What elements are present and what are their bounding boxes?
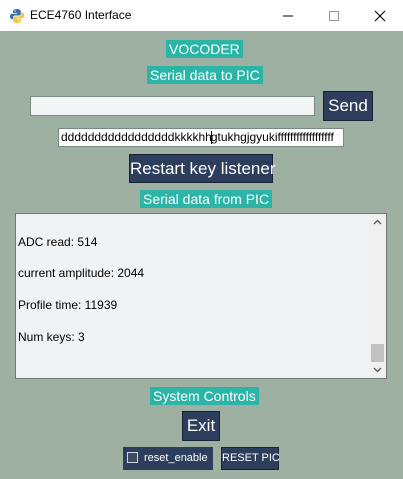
close-icon (374, 10, 386, 22)
python-icon (9, 8, 25, 24)
key-input-text-after: gtukhgjgyukiffffffffffffffffff (210, 130, 334, 144)
vocoder-label: VOCODER (166, 40, 243, 58)
window-title: ECE4760 Interface (30, 8, 132, 22)
serial-from-pic-label: Serial data from PIC (140, 190, 273, 208)
checkbox-box (127, 452, 138, 463)
maximize-button[interactable] (311, 0, 357, 31)
chevron-down-icon (373, 367, 382, 373)
minimize-button[interactable] (265, 0, 311, 31)
reset-enable-checkbox[interactable]: reset_enable (123, 447, 213, 470)
minimize-icon (283, 15, 293, 17)
restart-key-listener-button[interactable]: Restart key listener (129, 154, 276, 183)
reset-pic-button[interactable]: RESET PIC (221, 447, 280, 470)
serial-send-input[interactable] (30, 96, 315, 116)
scrollbar-thumb[interactable] (371, 344, 384, 362)
output-scrollbar[interactable] (369, 214, 386, 378)
reset-enable-label: reset_enable (144, 452, 208, 464)
scroll-up-button[interactable] (369, 214, 386, 231)
serial-output-textarea[interactable]: ADC read: 514 current amplitude: 2044 Pr… (15, 213, 387, 379)
send-button[interactable]: Send (323, 91, 373, 121)
system-controls-label: System Controls (150, 387, 259, 405)
scroll-down-button[interactable] (369, 361, 386, 378)
maximize-icon (329, 11, 339, 21)
chevron-up-icon (373, 219, 382, 225)
key-input-text-before: dddddddddddddddddkkkkhh (61, 130, 212, 144)
output-line: current amplitude: 2044 (18, 266, 145, 280)
title-bar: ECE4760 Interface (0, 0, 403, 31)
exit-button[interactable]: Exit (182, 411, 220, 441)
close-button[interactable] (357, 0, 403, 31)
output-line: Num keys: 3 (18, 330, 85, 344)
key-input-field[interactable]: dddddddddddddddddkkkkhhgtukhgjgyukifffff… (58, 128, 344, 147)
serial-to-pic-label: Serial data to PIC (147, 66, 263, 84)
output-line: ADC read: 514 (18, 235, 98, 249)
output-line: Profile time: 11939 (18, 298, 118, 312)
